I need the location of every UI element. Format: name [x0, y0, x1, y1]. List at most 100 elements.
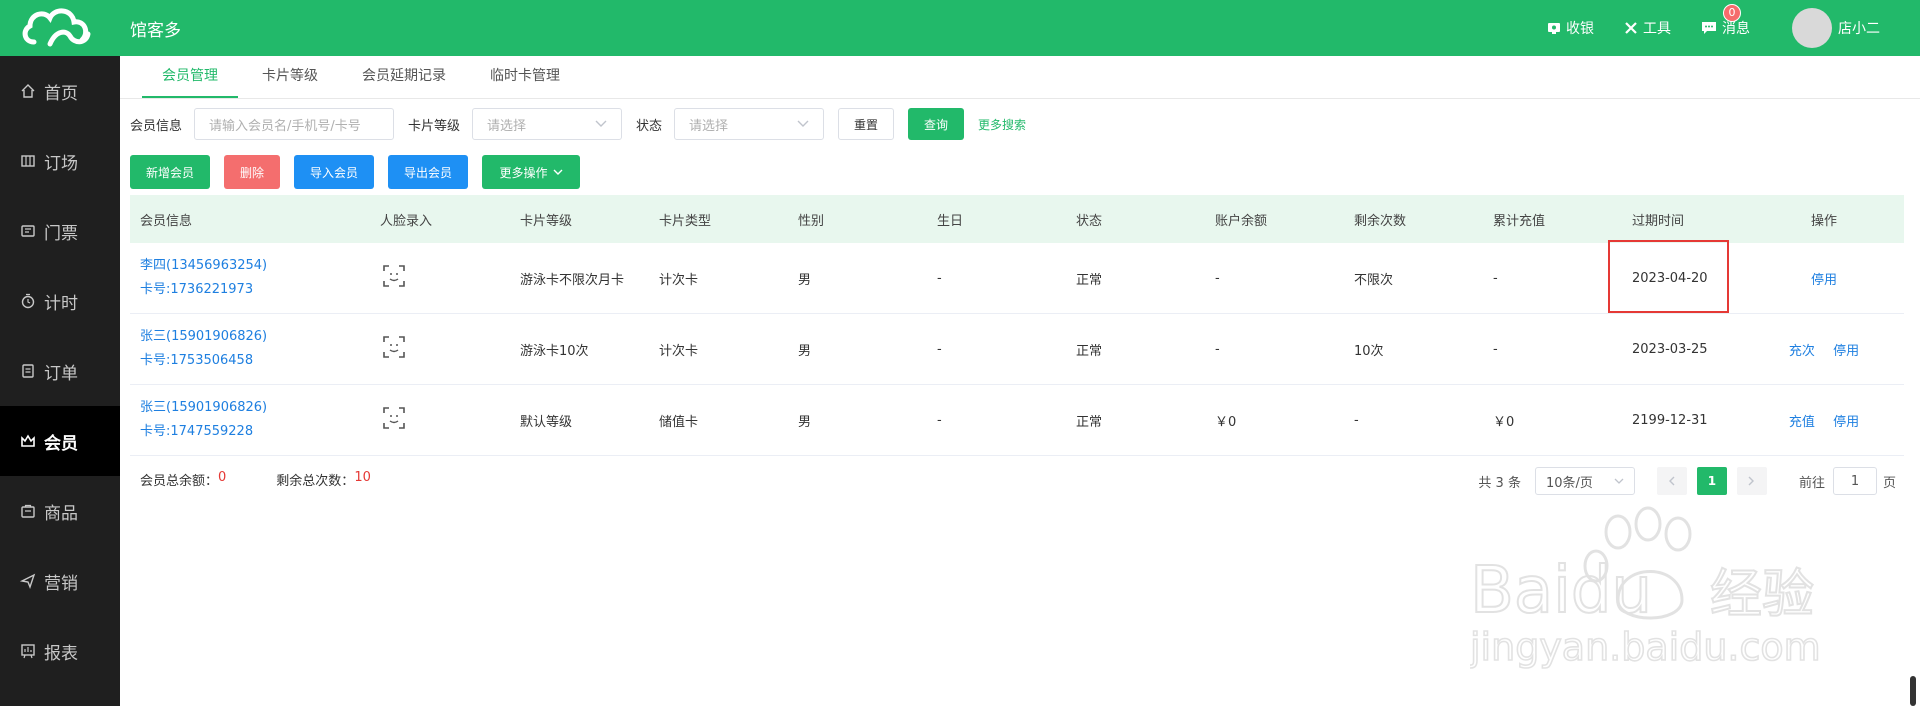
status-cell: 正常	[1076, 414, 1103, 430]
recharge-times-link[interactable]: 充次	[1789, 344, 1815, 359]
disable-link[interactable]: 停用	[1833, 344, 1859, 359]
chevron-down-icon	[595, 120, 607, 127]
status-select[interactable]: 请选择	[674, 108, 825, 140]
member-card-link[interactable]: 卡号:1753506458	[140, 349, 370, 373]
tab-card-level[interactable]: 卡片等级	[242, 56, 338, 98]
birthday-cell: -	[937, 412, 942, 428]
card-type-cell: 计次卡	[659, 272, 699, 288]
column-header: 人脸录入	[380, 213, 433, 229]
tools-icon	[1625, 22, 1637, 34]
member-name-link[interactable]: 李四(13456963254)	[140, 254, 370, 278]
sidebar-item-ticket[interactable]: 门票	[0, 196, 120, 266]
query-button[interactable]: 查询	[908, 108, 965, 140]
expire-date-cell: 2023-03-25	[1632, 341, 1708, 357]
ticket-icon	[21, 225, 35, 237]
status-cell: 正常	[1076, 272, 1103, 288]
sidebar-item-home[interactable]: 首页	[0, 56, 120, 126]
timer-icon	[21, 293, 35, 309]
column-header: 性别	[798, 213, 825, 229]
status-cell: 正常	[1076, 343, 1103, 359]
reset-button[interactable]: 重置	[838, 108, 895, 140]
total-balance-value: 0	[218, 470, 227, 485]
sidebar: 首页 订场 门票 计时 订单 会员 商品 营销 报表	[0, 56, 120, 706]
total-recharge-cell: ￥0	[1493, 414, 1515, 430]
more-actions-dropdown[interactable]: 更多操作	[482, 155, 580, 189]
balance-cell: -	[1215, 270, 1220, 286]
sidebar-item-goods[interactable]: 商品	[0, 476, 120, 546]
more-search-link[interactable]: 更多搜索	[978, 116, 1026, 133]
sidebar-item-report[interactable]: 报表	[0, 616, 120, 686]
card-level-select[interactable]: 请选择	[472, 108, 623, 140]
message-button[interactable]: 消息 0	[1701, 4, 1750, 38]
table-row: 张三(15901906826) 卡号:1753506458 游泳卡10次 计次卡…	[130, 314, 1904, 385]
status-placeholder: 请选择	[689, 118, 729, 134]
column-header: 操作	[1810, 213, 1837, 229]
chevron-right-icon	[1748, 476, 1755, 486]
sidebar-item-marketing[interactable]: 营销	[0, 546, 120, 616]
column-header: 状态	[1076, 213, 1103, 229]
scrollbar-thumb[interactable]	[1910, 676, 1916, 706]
card-type-cell: 储值卡	[659, 414, 699, 430]
add-member-button[interactable]: 新增会员	[130, 155, 210, 189]
birthday-cell: -	[937, 341, 942, 357]
prev-page-button[interactable]	[1656, 467, 1687, 495]
table-row: 张三(15901906826) 卡号:1747559228 默认等级 储值卡 男…	[130, 385, 1904, 456]
face-scan-icon[interactable]	[383, 407, 405, 429]
cashier-button[interactable]: 收银	[1547, 18, 1594, 38]
status-filter-label: 状态	[636, 118, 663, 134]
delete-button[interactable]: 删除	[224, 155, 280, 189]
message-icon	[1702, 22, 1716, 34]
face-scan-icon[interactable]	[383, 265, 405, 287]
card-level-cell: 游泳卡不限次月卡	[520, 272, 625, 288]
pagination: 共 3 条 10条/页 1 前往 1 页	[1478, 467, 1896, 495]
sidebar-item-label: 订单	[44, 363, 78, 384]
export-member-button[interactable]: 导出会员	[388, 155, 468, 189]
page-size-value: 10条/页	[1545, 475, 1593, 491]
disable-link[interactable]: 停用	[1811, 273, 1837, 288]
top-navigation-bar: 馆客多 收银 工具 消息 0 店小二	[0, 0, 1920, 56]
total-balance-label: 会员总余额：	[140, 474, 219, 489]
member-name-link[interactable]: 张三(15901906826)	[140, 396, 370, 420]
pagination-total: 共 3 条	[1478, 475, 1521, 491]
sidebar-item-timer[interactable]: 计时	[0, 266, 120, 336]
chevron-left-icon	[1669, 476, 1675, 486]
tab-member-extension-records[interactable]: 会员延期记录	[342, 56, 466, 98]
sidebar-item-member[interactable]: 会员	[0, 406, 120, 476]
total-recharge-cell: -	[1493, 270, 1498, 286]
goto-page-input[interactable]: 1	[1832, 467, 1877, 495]
next-page-button[interactable]	[1736, 467, 1767, 495]
tab-member-management[interactable]: 会员管理	[142, 56, 238, 98]
card-level-cell: 游泳卡10次	[520, 343, 589, 359]
order-icon	[22, 364, 34, 378]
column-header: 账户余额	[1215, 213, 1268, 229]
member-search-input[interactable]: 请输入会员名/手机号/卡号	[194, 108, 395, 140]
import-member-button[interactable]: 导入会员	[294, 155, 374, 189]
sidebar-item-order[interactable]: 订单	[0, 336, 120, 406]
column-header: 会员信息	[140, 213, 193, 229]
sidebar-item-venue[interactable]: 订场	[0, 126, 120, 196]
member-card-link[interactable]: 卡号:1736221973	[140, 278, 370, 302]
page-size-select[interactable]: 10条/页	[1534, 467, 1635, 495]
avatar[interactable]	[1792, 8, 1832, 48]
sidebar-item-label: 订场	[44, 153, 78, 174]
remaining-count-cell: -	[1354, 412, 1359, 428]
birthday-cell: -	[937, 270, 942, 286]
column-header: 卡片等级	[520, 213, 573, 229]
gender-cell: 男	[798, 272, 812, 288]
member-card-link[interactable]: 卡号:1747559228	[140, 420, 370, 444]
app-logo	[22, 8, 91, 47]
card-type-cell: 计次卡	[659, 343, 699, 359]
recharge-link[interactable]: 充值	[1789, 415, 1815, 430]
cashier-icon	[1548, 23, 1560, 34]
disable-link[interactable]: 停用	[1833, 415, 1859, 430]
user-name[interactable]: 店小二	[1838, 18, 1880, 38]
tools-button[interactable]: 工具	[1624, 18, 1671, 38]
member-name-link[interactable]: 张三(15901906826)	[140, 325, 370, 349]
table-header: 会员信息 人脸录入 卡片等级 卡片类型 性别 生日 状态 账户余额 剩余次数 累…	[130, 195, 1904, 243]
member-search-placeholder: 请输入会员名/手机号/卡号	[209, 118, 361, 134]
tab-temporary-card[interactable]: 临时卡管理	[470, 56, 580, 98]
face-scan-icon[interactable]	[383, 336, 405, 358]
card-level-cell: 默认等级	[520, 414, 573, 430]
chevron-down-icon	[553, 169, 562, 175]
page-number-current[interactable]: 1	[1696, 467, 1727, 495]
